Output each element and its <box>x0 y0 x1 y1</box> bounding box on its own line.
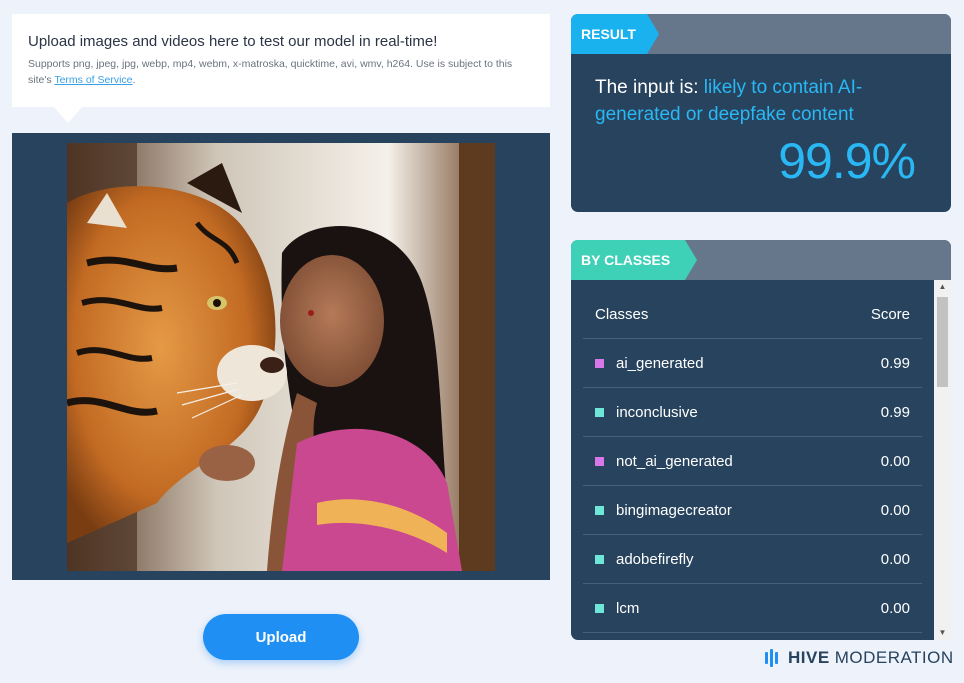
class-name: inconclusive <box>616 403 698 421</box>
classes-table: Classes Score ai_generated 0.99 inconclu… <box>583 280 922 640</box>
upload-button[interactable]: Upload <box>203 614 359 660</box>
table-row: inconclusive 0.99 <box>583 388 922 437</box>
class-cell: adobefirefly <box>595 551 694 568</box>
table-row: adobefirefly 0.00 <box>583 535 922 584</box>
table-row: not_ai_generated 0.00 <box>583 437 922 486</box>
scroll-down-arrow-icon[interactable]: ▼ <box>934 626 951 640</box>
class-color-dot <box>595 456 604 466</box>
column-header-classes: Classes <box>595 305 649 323</box>
table-row: bingimagecreator 0.00 <box>583 486 922 535</box>
class-color-dot <box>595 505 604 515</box>
class-score: 0.00 <box>880 550 910 568</box>
brand-hive-text: HIVE <box>788 648 830 667</box>
class-name: bingimagecreator <box>616 501 732 519</box>
image-preview-panel <box>12 133 550 580</box>
classes-scrollbar[interactable]: ▲ ▼ <box>934 280 951 640</box>
hive-moderation-logo: HIVE MODERATION <box>765 648 954 668</box>
scroll-up-arrow-icon[interactable]: ▲ <box>934 280 951 294</box>
result-tag: RESULT <box>571 14 659 54</box>
class-name: lcm <box>616 599 640 617</box>
class-cell: lcm <box>595 600 639 617</box>
upload-supported-formats: Supports png, jpeg, jpg, webp, mp4, webm… <box>28 56 534 88</box>
column-header-score: Score <box>870 305 910 323</box>
class-cell: inconclusive <box>595 404 698 421</box>
scroll-thumb[interactable] <box>937 297 948 387</box>
result-description: The input is: likely to contain AI-gener… <box>595 74 925 128</box>
table-row: lcm 0.00 <box>583 584 922 633</box>
uploaded-image <box>67 143 495 571</box>
class-cell: bingimagecreator <box>595 502 732 519</box>
class-color-dot <box>595 603 604 613</box>
class-score: 0.00 <box>880 599 910 617</box>
supported-formats-period: . <box>132 74 136 86</box>
class-name: not_ai_generated <box>616 452 733 470</box>
brand-moderation-text: MODERATION <box>834 648 954 667</box>
hive-logo-icon <box>765 649 780 667</box>
class-score: 0.99 <box>880 403 910 421</box>
classes-card: BY CLASSES Classes Score ai_generated 0.… <box>571 240 951 640</box>
upload-info-title: Upload images and videos here to test ou… <box>28 33 438 50</box>
class-color-dot <box>595 358 604 368</box>
result-card-header: RESULT <box>571 14 951 54</box>
class-color-dot <box>595 407 604 417</box>
class-score: 0.00 <box>880 452 910 470</box>
classes-card-header: BY CLASSES <box>571 240 951 280</box>
table-row: ai_generated 0.99 <box>583 339 922 388</box>
class-score: 0.00 <box>880 501 910 519</box>
result-card: RESULT The input is: likely to contain A… <box>571 14 951 212</box>
result-score: 99.9% <box>778 133 916 189</box>
class-color-dot <box>595 554 604 564</box>
class-name: ai_generated <box>616 354 704 372</box>
upload-info-box: Upload images and videos here to test ou… <box>12 14 550 123</box>
class-name: adobefirefly <box>616 550 694 568</box>
class-cell: ai_generated <box>595 355 704 372</box>
class-cell: not_ai_generated <box>595 453 733 470</box>
classes-tag: BY CLASSES <box>571 240 697 280</box>
terms-of-service-link[interactable]: Terms of Service <box>54 74 132 86</box>
result-prefix: The input is: <box>595 77 704 98</box>
classes-table-header: Classes Score <box>583 280 922 339</box>
class-score: 0.99 <box>880 354 910 372</box>
